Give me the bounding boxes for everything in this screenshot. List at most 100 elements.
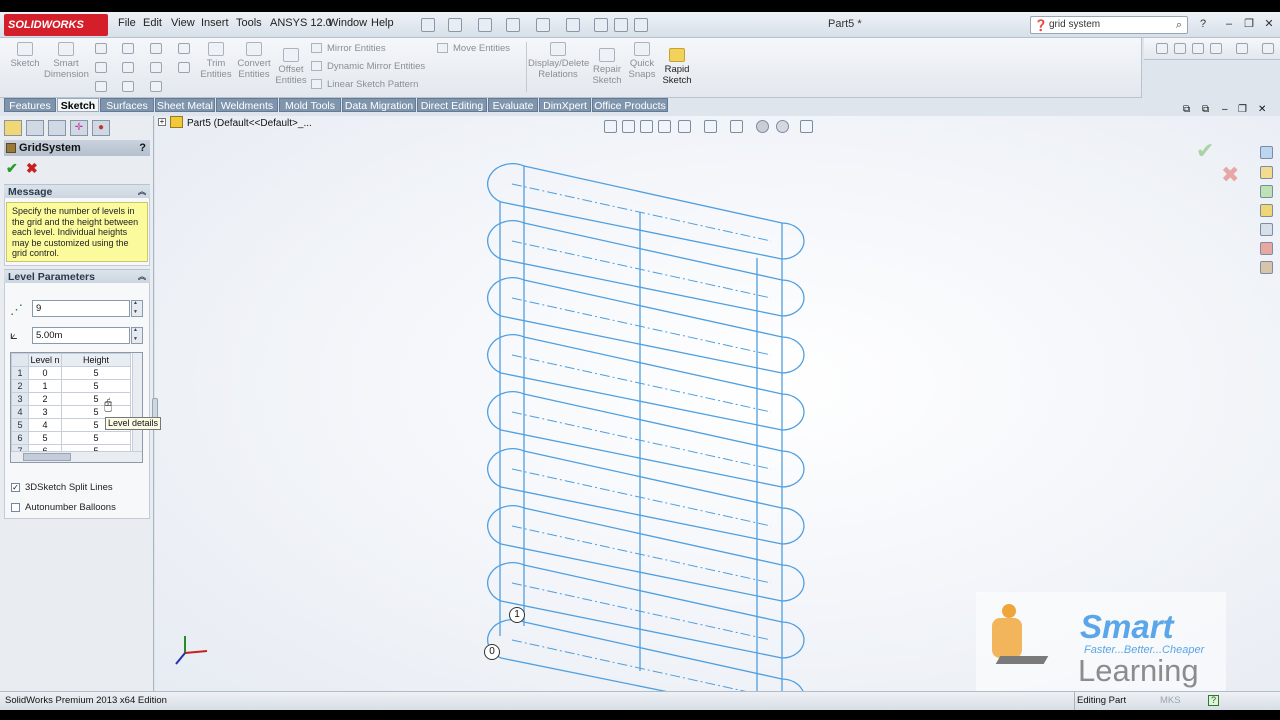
tab-data-migration[interactable]: Data Migration bbox=[342, 98, 416, 112]
column-header-level[interactable]: Level n bbox=[28, 353, 62, 367]
options-icon[interactable] bbox=[634, 18, 648, 32]
split-lines-checkbox[interactable]: ✓ bbox=[11, 483, 20, 492]
table-row[interactable]: 325 bbox=[11, 392, 131, 406]
height-cell[interactable]: 5 bbox=[61, 379, 131, 393]
ok-check-icon[interactable]: ✔ bbox=[6, 160, 18, 177]
rectangle-icon[interactable] bbox=[95, 62, 107, 73]
menu-tools[interactable]: Tools bbox=[236, 17, 262, 29]
move-entities-button[interactable]: Move Entities bbox=[437, 43, 510, 54]
minimize-icon[interactable]: – bbox=[1222, 17, 1236, 31]
window-icon[interactable] bbox=[1236, 43, 1248, 54]
message-section-header[interactable]: Message ︽ bbox=[4, 184, 150, 198]
rapid-sketch-button[interactable]: Rapid Sketch bbox=[660, 48, 694, 86]
quick-snaps-button[interactable]: Quick Snaps bbox=[626, 42, 658, 80]
magnifier-icon[interactable]: ⌕ bbox=[1176, 17, 1182, 33]
grid-system-sketch[interactable] bbox=[487, 163, 805, 710]
trim-entities-button[interactable]: Trim Entities bbox=[198, 42, 234, 80]
tab-mold-tools[interactable]: Mold Tools bbox=[279, 98, 341, 112]
table-row[interactable]: 215 bbox=[11, 379, 131, 393]
point-icon[interactable] bbox=[150, 81, 162, 92]
menu-view[interactable]: View bbox=[171, 17, 195, 29]
autonumber-balloons-checkbox[interactable] bbox=[11, 503, 20, 512]
tab-office-products[interactable]: Office Products bbox=[592, 98, 668, 112]
menu-ansys[interactable]: ANSYS 12.0 bbox=[270, 17, 332, 29]
tab-sheet-metal[interactable]: Sheet Metal bbox=[155, 98, 215, 112]
menu-help[interactable]: Help bbox=[371, 17, 394, 29]
save-icon[interactable] bbox=[478, 18, 492, 32]
doc-close-icon[interactable]: ✕ bbox=[1258, 104, 1266, 115]
level-height-input[interactable]: 5.00m bbox=[32, 327, 130, 344]
tab-features[interactable]: Features bbox=[4, 98, 56, 112]
level-parameters-header[interactable]: Level Parameters ︽ bbox=[4, 269, 150, 283]
height-cell[interactable]: 5 bbox=[61, 392, 131, 406]
grid-balloon-1[interactable]: 1 bbox=[509, 607, 525, 623]
doc-tile-icon[interactable]: ⧉ bbox=[1183, 104, 1190, 115]
menu-file[interactable]: File bbox=[118, 17, 136, 29]
doc-restore-icon[interactable]: ⧉ bbox=[1202, 104, 1209, 115]
table-row[interactable]: 655 bbox=[11, 431, 131, 445]
display-delete-relations-button[interactable]: Display/Delete Relations bbox=[528, 42, 589, 80]
restore-icon[interactable]: ❐ bbox=[1242, 17, 1256, 31]
smart-dimension-button[interactable]: Smart Dimension bbox=[44, 42, 89, 80]
status-units[interactable]: MKS bbox=[1160, 692, 1181, 710]
undo-icon[interactable] bbox=[536, 18, 550, 32]
open-icon[interactable] bbox=[448, 18, 462, 32]
grid-level-outline[interactable] bbox=[487, 163, 805, 260]
file-properties-icon[interactable] bbox=[614, 18, 628, 32]
height-cell[interactable]: 5 bbox=[61, 431, 131, 445]
grid-balloon-0[interactable]: 0 bbox=[484, 644, 500, 660]
close-window-icon[interactable]: ✕ bbox=[1262, 17, 1276, 31]
number-of-levels-input[interactable]: 9 bbox=[32, 300, 130, 317]
linear-sketch-pattern-button[interactable]: Linear Sketch Pattern bbox=[311, 79, 418, 90]
tab-surfaces[interactable]: Surfaces bbox=[100, 98, 154, 112]
line-icon[interactable] bbox=[95, 43, 107, 54]
circle-icon[interactable] bbox=[122, 43, 134, 54]
grid-icon[interactable] bbox=[1192, 43, 1204, 54]
layers-icon[interactable] bbox=[1210, 43, 1222, 54]
help-icon[interactable]: ? bbox=[1196, 17, 1210, 31]
level-cell[interactable]: 4 bbox=[28, 418, 62, 432]
search-input[interactable]: ❓ grid system ⌕ bbox=[1030, 16, 1188, 34]
height-spinner[interactable] bbox=[131, 327, 143, 344]
level-cell[interactable]: 1 bbox=[28, 379, 62, 393]
height-cell[interactable]: 5 bbox=[61, 366, 131, 380]
plane-icon[interactable] bbox=[178, 43, 190, 54]
level-cell[interactable]: 0 bbox=[28, 366, 62, 380]
column-header-height[interactable]: Height bbox=[61, 353, 131, 367]
tab-evaluate[interactable]: Evaluate bbox=[488, 98, 538, 112]
tab-sketch[interactable]: Sketch bbox=[57, 98, 99, 112]
menu-insert[interactable]: Insert bbox=[201, 17, 229, 29]
new-icon[interactable] bbox=[421, 18, 435, 32]
level-grid-table[interactable]: Level n Height 105 215 325 435 545 655 7… bbox=[10, 352, 143, 463]
table-row[interactable]: 105 bbox=[11, 366, 131, 380]
fillet-icon[interactable] bbox=[150, 62, 162, 73]
offset-entities-button[interactable]: Offset Entities bbox=[274, 48, 308, 86]
list-icon[interactable] bbox=[1174, 43, 1186, 54]
text-icon[interactable] bbox=[178, 62, 190, 73]
slot-icon[interactable] bbox=[95, 81, 107, 92]
help-button[interactable]: ? bbox=[139, 140, 146, 156]
menu-window[interactable]: Window bbox=[328, 17, 367, 29]
levels-spinner[interactable] bbox=[131, 300, 143, 317]
menu-edit[interactable]: Edit bbox=[143, 17, 162, 29]
collapse-icon[interactable]: ︽ bbox=[138, 270, 146, 284]
status-help-icon[interactable]: ? bbox=[1208, 695, 1219, 706]
property-manager-tab-icon[interactable] bbox=[26, 120, 44, 136]
table-vertical-scrollbar[interactable] bbox=[132, 353, 142, 453]
tab-dimxpert[interactable]: DimXpert bbox=[539, 98, 591, 112]
zoom-icon[interactable] bbox=[1156, 43, 1168, 54]
spline-icon[interactable] bbox=[150, 43, 162, 54]
repair-sketch-button[interactable]: Repair Sketch bbox=[590, 48, 624, 86]
convert-entities-button[interactable]: Convert Entities bbox=[234, 42, 274, 80]
expand-icon[interactable] bbox=[1262, 43, 1274, 54]
doc-maximize-icon[interactable]: ❐ bbox=[1238, 104, 1247, 115]
configuration-manager-tab-icon[interactable] bbox=[48, 120, 66, 136]
level-cell[interactable]: 2 bbox=[28, 392, 62, 406]
polygon-icon[interactable] bbox=[122, 81, 134, 92]
arc-icon[interactable] bbox=[122, 62, 134, 73]
dimxpert-manager-tab-icon[interactable]: ✛ bbox=[70, 120, 88, 136]
tab-direct-editing[interactable]: Direct Editing bbox=[417, 98, 487, 112]
feature-manager-tab-icon[interactable] bbox=[4, 120, 22, 136]
mirror-entities-button[interactable]: Mirror Entities bbox=[311, 43, 386, 54]
cancel-x-icon[interactable]: ✖ bbox=[26, 160, 38, 177]
